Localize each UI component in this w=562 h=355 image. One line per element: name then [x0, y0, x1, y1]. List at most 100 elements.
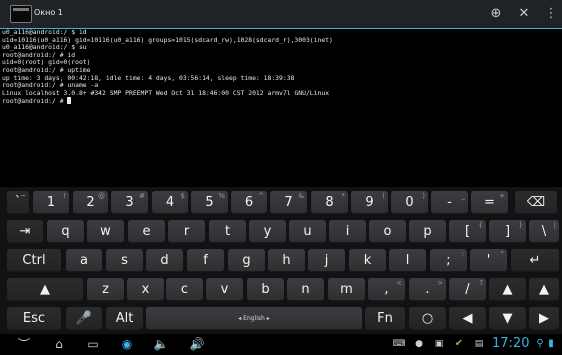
key-symbol[interactable]: . > [409, 278, 446, 301]
sync-status-icon: ● [415, 339, 423, 349]
key-hint-label: " [500, 250, 504, 258]
key-x[interactable]: x [127, 278, 164, 301]
key-w[interactable]: w [87, 220, 124, 243]
key-symbol[interactable]: \ | [529, 220, 559, 243]
key-hint-label: : [461, 250, 464, 258]
key-k[interactable]: k [349, 249, 386, 272]
key-hint-label: ( [382, 192, 385, 200]
space-key[interactable]: ◂ English ▸ [146, 307, 362, 330]
key-symbol[interactable]: = + [471, 191, 508, 214]
key-label: z [102, 281, 109, 297]
key-hint-label: + [499, 192, 505, 200]
ctrl-key[interactable]: Ctrl [7, 249, 61, 272]
keyboard-status-icon: ⌨ [392, 339, 406, 349]
key-6[interactable]: 6 ^ [231, 191, 267, 214]
key-a[interactable]: a [66, 249, 102, 272]
system-nav-bar: ︶ ⌂ ▭ ◉ 🔈 🔊 ⌨ ● ▣ ✔ ▤ 17:20 ⚲ ▮ [0, 334, 562, 355]
key-hint-label: ? [479, 279, 483, 287]
key-m[interactable]: m [328, 278, 365, 301]
new-window-icon[interactable]: ⊕ [488, 6, 504, 22]
key-n[interactable]: n [287, 278, 324, 301]
key-label: p [423, 223, 432, 239]
key-p[interactable]: p [409, 220, 446, 243]
camera-icon[interactable]: ◉ [118, 336, 136, 352]
status-clock[interactable]: 17:20 [492, 336, 529, 352]
key-2[interactable]: 2 @ [73, 191, 108, 214]
key-l[interactable]: l [389, 249, 426, 272]
key-t[interactable]: t [209, 220, 246, 243]
volume-up-icon[interactable]: 🔊 [188, 336, 206, 352]
key-4[interactable]: 4 $ [152, 191, 188, 214]
key-9[interactable]: 9( [351, 191, 388, 214]
key-q[interactable]: q [47, 220, 84, 243]
home-icon[interactable]: ⌂ [50, 336, 68, 352]
key-label: y [263, 223, 272, 239]
key-s[interactable]: s [106, 249, 143, 272]
recents-icon[interactable]: ▭ [84, 336, 102, 352]
shift-key[interactable]: ▲ [489, 278, 526, 301]
key-label: ] [504, 223, 511, 239]
key-8[interactable]: 8 * [311, 191, 348, 214]
key-g[interactable]: g [228, 249, 265, 272]
key-y[interactable]: y [249, 220, 286, 243]
key-label: [ [464, 223, 471, 239]
key-i[interactable]: i [329, 220, 366, 243]
key-label: ▲ [539, 281, 549, 297]
key-symbol[interactable]: ` ~ [7, 191, 29, 214]
key-symbol[interactable]: /? [449, 278, 486, 301]
key-symbol[interactable]: [{ [449, 220, 486, 243]
right-arrow-key[interactable]: ▶ [529, 307, 559, 330]
key-symbol[interactable]: ;: [430, 249, 467, 272]
key-symbol[interactable]: - _ [431, 191, 468, 214]
key-label: i [345, 223, 350, 239]
key-r[interactable]: r [168, 220, 205, 243]
key-b[interactable]: b [247, 278, 284, 301]
key-hint-label: | [553, 221, 556, 229]
key-label: g [242, 252, 251, 268]
mic-key[interactable]: 🎤 [66, 307, 102, 330]
key-o[interactable]: o [369, 220, 406, 243]
key-symbol[interactable]: ]} [489, 220, 526, 243]
fn-key[interactable]: Fn [365, 307, 405, 330]
key-7[interactable]: 7 & [270, 191, 307, 214]
shift-key[interactable]: ▲ [7, 278, 83, 301]
key-z[interactable]: z [87, 278, 124, 301]
terminal-window-icon[interactable] [10, 5, 32, 23]
key-0[interactable]: 0) [391, 191, 428, 214]
key-label: k [363, 252, 372, 268]
key-5[interactable]: 5% [191, 191, 228, 214]
key-v[interactable]: v [206, 278, 243, 301]
key-f[interactable]: f [187, 249, 224, 272]
esc-key[interactable]: Esc [7, 307, 61, 330]
close-window-icon[interactable]: ✕ [516, 6, 532, 22]
key-hint-label: } [518, 221, 523, 229]
key-label: ▲ [40, 281, 50, 297]
window-tab-title[interactable]: Окно 1 [34, 8, 63, 17]
back-icon[interactable]: ︶ [14, 336, 34, 352]
home-key[interactable]: ○ [409, 307, 446, 330]
key-3[interactable]: 3 # [111, 191, 148, 214]
key-1[interactable]: 1! [33, 191, 69, 214]
key-symbol[interactable]: , < [368, 278, 405, 301]
key-j[interactable]: j [308, 249, 345, 272]
key-c[interactable]: c [166, 278, 203, 301]
key-symbol[interactable]: ' " [470, 249, 507, 272]
down-arrow-key[interactable]: ▼ [489, 307, 526, 330]
terminal-line: Linux localhost 3.0.8+ #342 SMP PREEMPT … [2, 88, 330, 97]
key-u[interactable]: u [289, 220, 326, 243]
shift-key[interactable]: ▲ [529, 278, 559, 301]
tab-key[interactable]: ⇥ [7, 220, 43, 243]
alt-key[interactable]: Alt [106, 307, 143, 330]
key-label: ⌫ [526, 194, 546, 210]
key-label: q [61, 223, 70, 239]
backspace-key[interactable]: ⌫ [515, 191, 557, 214]
key-label: o [383, 223, 392, 239]
enter-key[interactable]: ↵ [511, 249, 559, 272]
volume-down-icon[interactable]: 🔈 [152, 336, 170, 352]
overflow-menu-icon[interactable]: ⋮ [543, 6, 559, 22]
left-arrow-key[interactable]: ◀ [449, 307, 486, 330]
key-e[interactable]: e [128, 220, 165, 243]
key-h[interactable]: h [268, 249, 305, 272]
terminal-output[interactable]: u0_a116@android:/ $ id uid=10116(u0_a116… [0, 28, 562, 187]
key-d[interactable]: d [146, 249, 183, 272]
